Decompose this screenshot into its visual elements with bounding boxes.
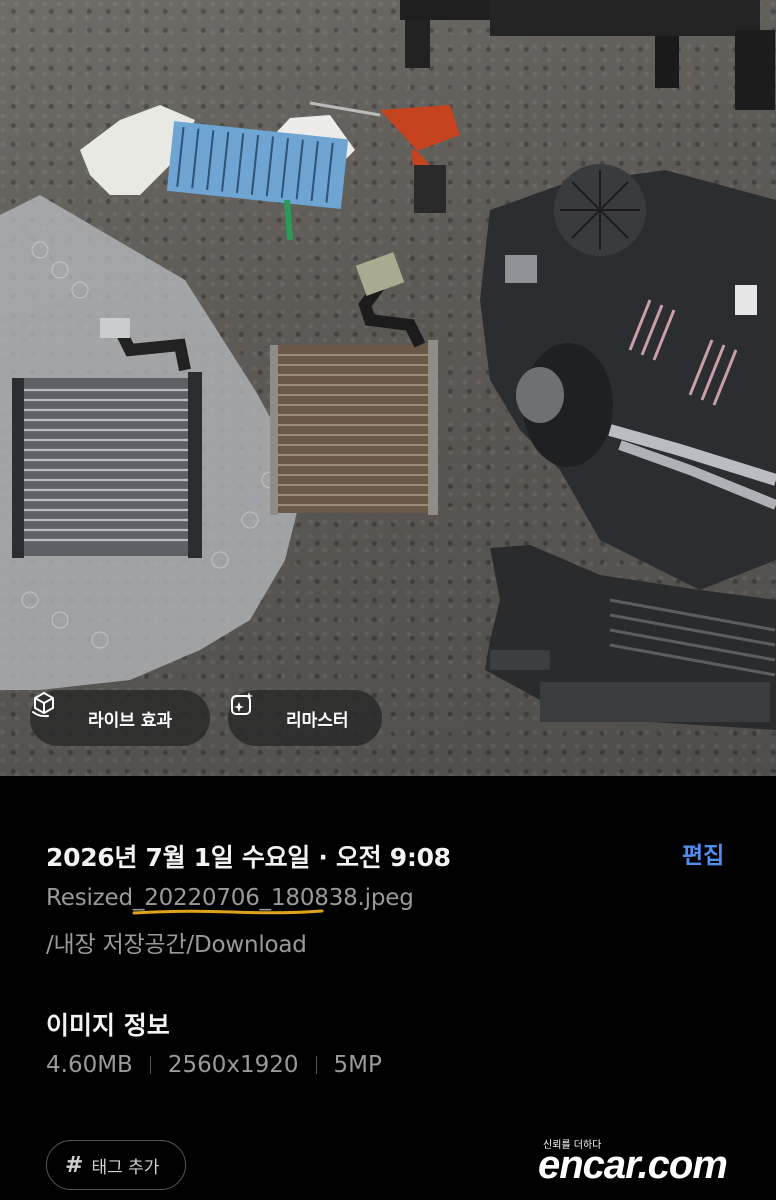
add-tag-button[interactable]: # 태그 추가 — [46, 1140, 186, 1190]
add-tag-label: 태그 추가 — [91, 1157, 160, 1178]
divider — [315, 1056, 317, 1074]
file-path: /내장 저장공간/Download — [46, 932, 307, 958]
photo-viewer[interactable]: 라이브 효과 리마스터 — [0, 0, 776, 776]
divider — [149, 1056, 151, 1074]
image-info-row: 4.60MB 2560x1920 5MP — [46, 1052, 382, 1078]
handwritten-underline — [132, 909, 324, 915]
watermark-logo: encar.com — [538, 1143, 728, 1187]
remaster-label: 리마스터 — [286, 710, 349, 731]
remaster-button[interactable]: 리마스터 — [228, 690, 382, 746]
image-info-title: 이미지 정보 — [46, 1011, 170, 1040]
live-effect-button[interactable]: 라이브 효과 — [30, 690, 210, 746]
resolution: 2560x1920 — [167, 1052, 299, 1078]
file-size: 4.60MB — [46, 1052, 133, 1078]
live-effect-label: 라이브 효과 — [88, 710, 173, 731]
edit-button[interactable]: 편집 — [682, 836, 724, 870]
photo-content — [0, 0, 776, 730]
hash-icon: # — [65, 1152, 84, 1178]
capture-date: 2026년 7월 1일 수요일 · 오전 9:08 — [46, 843, 451, 872]
live-effect-icon — [32, 692, 78, 733]
megapixels: 5MP — [333, 1052, 382, 1078]
remaster-icon — [231, 692, 276, 733]
